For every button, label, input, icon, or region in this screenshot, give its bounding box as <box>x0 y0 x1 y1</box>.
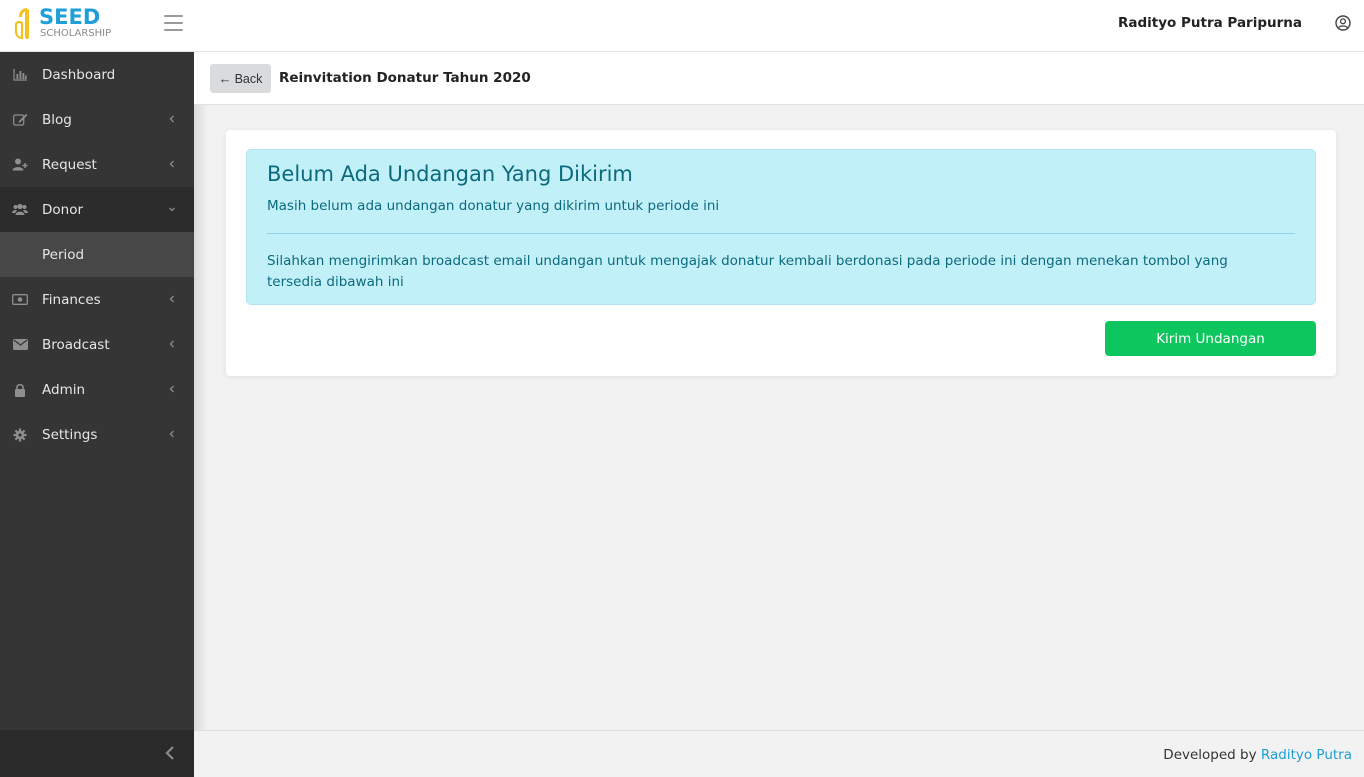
sidebar-item-request[interactable]: Request <box>0 142 194 187</box>
info-alert: Belum Ada Undangan Yang Dikirim Masih be… <box>246 149 1316 305</box>
alert-subtitle: Masih belum ada undangan donatur yang di… <box>267 198 720 214</box>
sidebar-item-dashboard[interactable]: Dashboard <box>0 52 194 97</box>
sidebar-shadow <box>194 52 208 730</box>
money-icon <box>12 293 28 307</box>
sidebar-item-label: Blog <box>42 111 72 128</box>
chevron-left-icon <box>169 115 174 123</box>
arrow-left-icon: ← <box>218 71 232 86</box>
alert-divider <box>267 233 1295 234</box>
sidebar-item-donor[interactable]: Donor <box>0 187 194 232</box>
chevron-left-icon <box>169 160 174 168</box>
footer: Developed by Radityo Putra <box>194 730 1364 777</box>
chevron-down-icon <box>169 207 175 212</box>
sidebar-item-label: Period <box>42 246 85 263</box>
back-button[interactable]: ← Back <box>210 64 271 93</box>
sidebar-footer <box>0 730 194 777</box>
sidebar-item-label: Broadcast <box>42 336 110 353</box>
bar-chart-icon <box>12 68 28 82</box>
alert-heading: Belum Ada Undangan Yang Dikirim <box>267 162 633 186</box>
chevron-left-icon <box>169 340 174 348</box>
envelope-icon <box>12 338 28 352</box>
back-button-label: Back <box>234 71 263 86</box>
user-plus-icon <box>12 158 28 172</box>
sidebar: Dashboard Blog Request Donor Period Fina… <box>0 52 194 777</box>
gear-icon <box>12 428 28 442</box>
logo-text-scholarship: SCHOLARSHIP <box>40 28 112 39</box>
developer-link[interactable]: Radityo Putra <box>1261 747 1352 763</box>
seed-logo-icon <box>14 8 29 40</box>
sidebar-item-label: Finances <box>42 291 101 308</box>
footer-prefix: Developed by <box>1163 747 1257 763</box>
sidebar-item-broadcast[interactable]: Broadcast <box>0 322 194 367</box>
sidebar-item-finances[interactable]: Finances <box>0 277 194 322</box>
sidebar-item-label: Donor <box>42 201 84 218</box>
edit-icon <box>12 113 28 127</box>
chevron-left-icon <box>169 385 174 393</box>
page-title: Reinvitation Donatur Tahun 2020 <box>279 70 531 86</box>
footer-credit: Developed by Radityo Putra <box>1163 747 1352 763</box>
chevron-left-icon <box>169 295 174 303</box>
sidebar-item-label: Settings <box>42 426 98 443</box>
hamburger-icon[interactable] <box>164 15 184 33</box>
sidebar-item-settings[interactable]: Settings <box>0 412 194 457</box>
user-circle-icon[interactable] <box>1335 15 1351 31</box>
send-invitation-button[interactable]: Kirim Undangan <box>1105 321 1316 356</box>
sidebar-item-blog[interactable]: Blog <box>0 97 194 142</box>
users-icon <box>12 203 28 217</box>
lock-icon <box>12 383 28 397</box>
sidebar-subitem-period[interactable]: Period <box>0 232 194 277</box>
chevron-left-icon <box>169 430 174 438</box>
alert-body: Silahkan mengirimkan broadcast email und… <box>267 253 1228 290</box>
logo-text-seed: SEED <box>39 5 101 29</box>
top-bar: SEED SCHOLARSHIP Radityo Putra Paripurna <box>0 0 1364 52</box>
user-name[interactable]: Radityo Putra Paripurna <box>1118 15 1302 31</box>
page-header: ← Back Reinvitation Donatur Tahun 2020 <box>194 52 1364 105</box>
sidebar-item-admin[interactable]: Admin <box>0 367 194 412</box>
sidebar-item-label: Admin <box>42 381 86 398</box>
sidebar-item-label: Request <box>42 156 97 173</box>
content-card: Belum Ada Undangan Yang Dikirim Masih be… <box>226 130 1336 376</box>
sidebar-item-label: Dashboard <box>42 66 116 83</box>
collapse-sidebar-icon[interactable] <box>164 745 176 761</box>
logo[interactable]: SEED SCHOLARSHIP <box>14 5 124 43</box>
